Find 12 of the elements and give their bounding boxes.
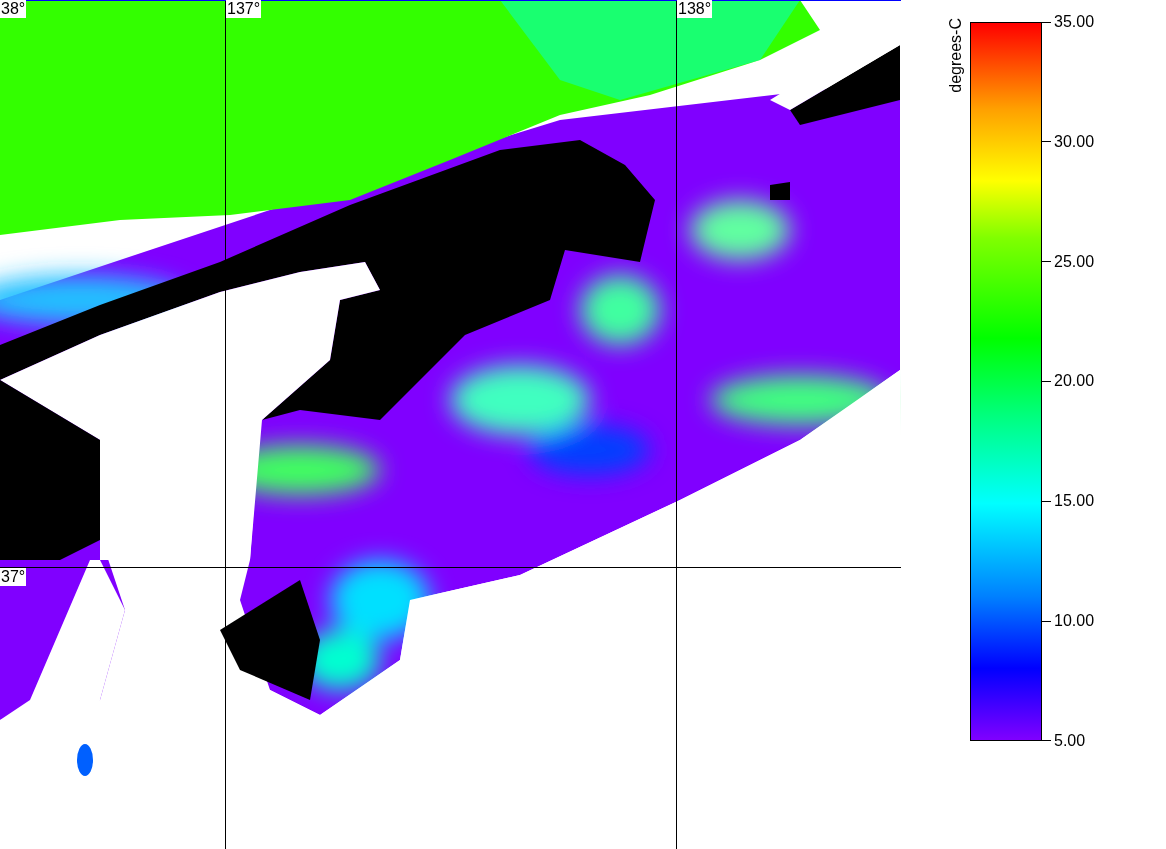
longitude-label: 138° [677, 0, 713, 18]
tick-label: 35.00 [1054, 13, 1095, 31]
tick-label: 5.00 [1054, 731, 1086, 750]
colorbar-title: degrees-C [947, 18, 965, 93]
tick-label: 15.00 [1054, 492, 1095, 511]
latitude-label: 37° [0, 568, 27, 586]
longitude-label: 137° [226, 0, 262, 18]
tick-label: 30.00 [1054, 132, 1095, 151]
tick-label: 25.00 [1054, 252, 1095, 271]
tick-label: 20.00 [1054, 372, 1095, 391]
longitude-label: 38° [0, 0, 27, 18]
tick-label: 10.00 [1054, 612, 1095, 631]
